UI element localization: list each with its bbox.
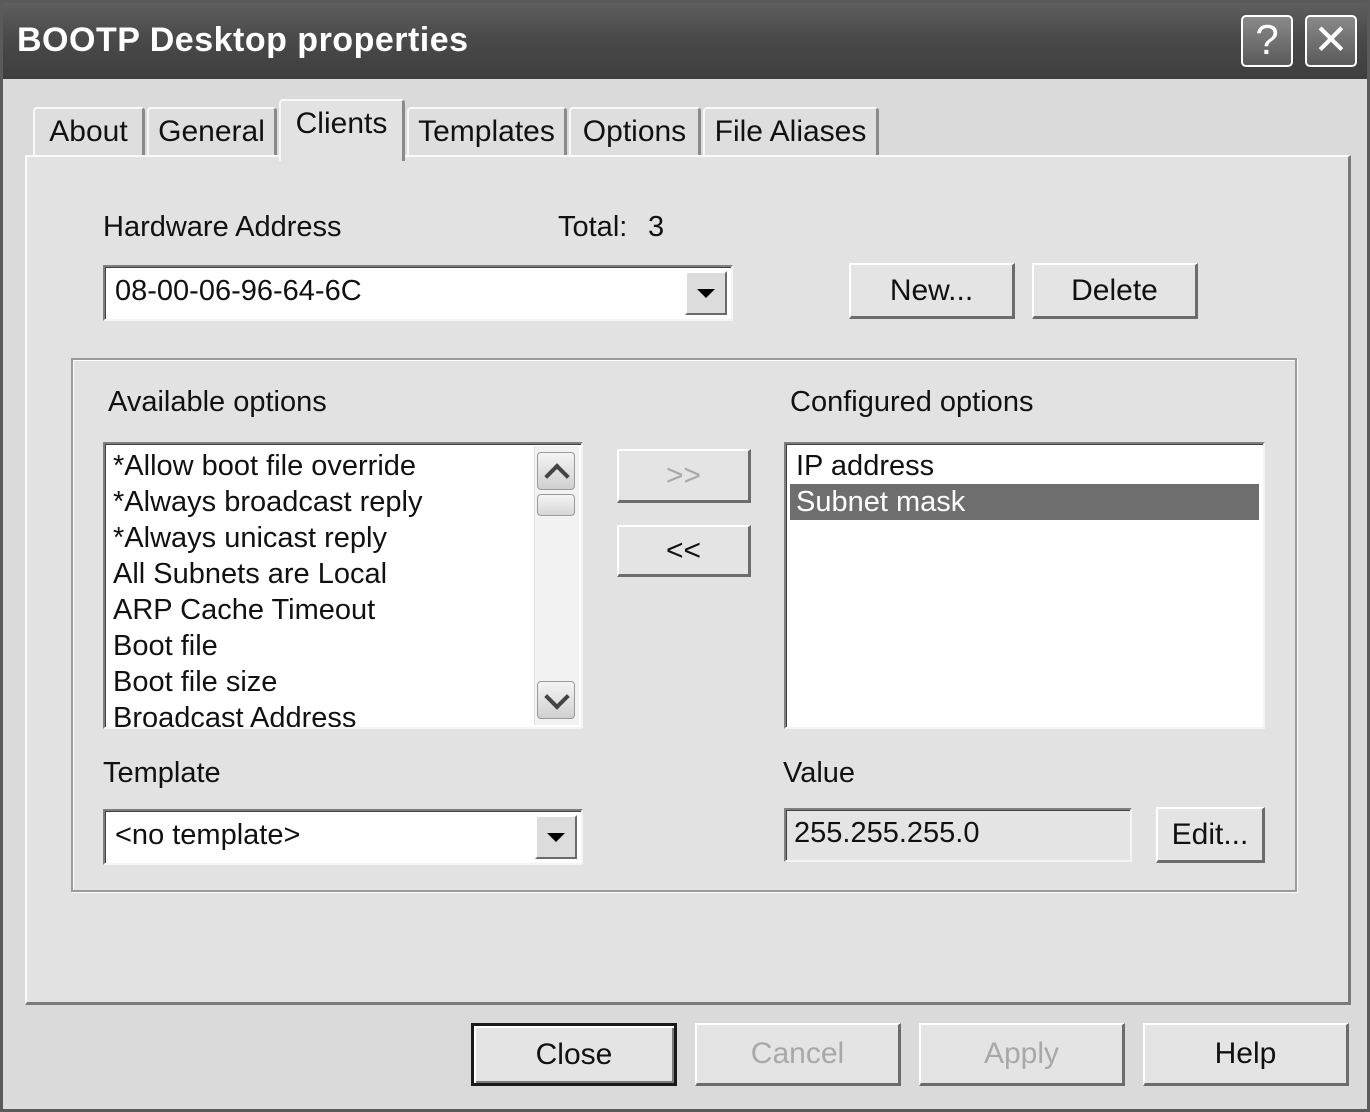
chevron-up-icon [544,463,570,489]
tab-options[interactable]: Options [569,107,701,157]
scroll-down-button[interactable] [537,681,575,719]
help-button[interactable]: Help [1143,1023,1349,1086]
list-item[interactable]: Boot file [113,628,573,664]
list-item[interactable]: Broadcast Address [113,700,573,727]
list-item[interactable]: Subnet mask [790,484,1259,520]
help-caption-button[interactable]: ? [1241,15,1293,67]
list-item[interactable]: *Always unicast reply [113,520,573,556]
hardware-address-label: Hardware Address [103,211,342,243]
remove-option-button[interactable]: << [617,525,751,577]
tab-options-label: Options [582,115,687,148]
tab-general[interactable]: General [147,107,277,157]
properties-dialog: BOOTP Desktop properties ? ✕ About Gener… [0,0,1370,1112]
chevron-down-icon [544,684,570,710]
tab-templates-label: Templates [418,115,555,148]
tab-about[interactable]: About [33,107,145,157]
list-item[interactable]: ARP Cache Timeout [113,592,573,628]
tab-clients[interactable]: Clients [279,99,405,161]
template-combo[interactable]: <no template> [103,809,583,865]
apply-button[interactable]: Apply [919,1023,1125,1086]
close-button[interactable]: Close [471,1023,677,1086]
total-label: Total: [558,211,628,243]
tab-about-label: About [49,115,128,148]
value-label: Value [783,757,856,789]
available-options-scrollbar[interactable] [534,446,579,725]
chevron-down-icon [697,289,715,298]
add-option-button[interactable]: >> [617,449,751,503]
tab-clients-label: Clients [295,107,388,140]
delete-button[interactable]: Delete [1032,263,1198,319]
scroll-thumb[interactable] [537,494,575,516]
list-item[interactable]: IP address [790,448,1259,484]
close-caption-button[interactable]: ✕ [1305,15,1357,67]
tab-templates[interactable]: Templates [407,107,567,157]
tab-general-label: General [158,115,265,148]
window-title: BOOTP Desktop properties [17,21,469,59]
list-item[interactable]: Boot file size [113,664,573,700]
template-label: Template [103,757,221,789]
available-options-list[interactable]: *Allow boot file override *Always broadc… [103,442,583,729]
template-dropdown-button[interactable] [535,815,577,859]
configured-options-list[interactable]: IP address Subnet mask [784,442,1265,729]
edit-button[interactable]: Edit... [1156,807,1265,863]
template-value: <no template> [115,819,301,851]
configured-options-label: Configured options [790,386,1034,418]
cancel-button[interactable]: Cancel [695,1023,901,1086]
value-field[interactable]: 255.255.255.0 [784,808,1132,862]
hardware-address-dropdown-button[interactable] [685,271,727,315]
new-button[interactable]: New... [849,263,1015,319]
list-item[interactable]: All Subnets are Local [113,556,573,592]
available-options-label: Available options [108,386,327,418]
scroll-up-button[interactable] [537,452,575,490]
question-icon: ? [1255,16,1279,63]
chevron-down-icon [547,833,565,842]
total-count: 3 [648,211,665,243]
list-item[interactable]: *Always broadcast reply [113,484,573,520]
hardware-address-combo[interactable]: 08-00-06-96-64-6C [103,265,733,321]
hardware-address-value: 08-00-06-96-64-6C [115,275,362,307]
value-text: 255.255.255.0 [794,817,980,849]
title-bar[interactable]: BOOTP Desktop properties ? ✕ [3,3,1367,79]
list-item[interactable]: *Allow boot file override [113,448,573,484]
tab-file-aliases-label: File Aliases [714,115,867,148]
close-icon: ✕ [1313,16,1349,63]
tab-file-aliases[interactable]: File Aliases [703,107,879,157]
